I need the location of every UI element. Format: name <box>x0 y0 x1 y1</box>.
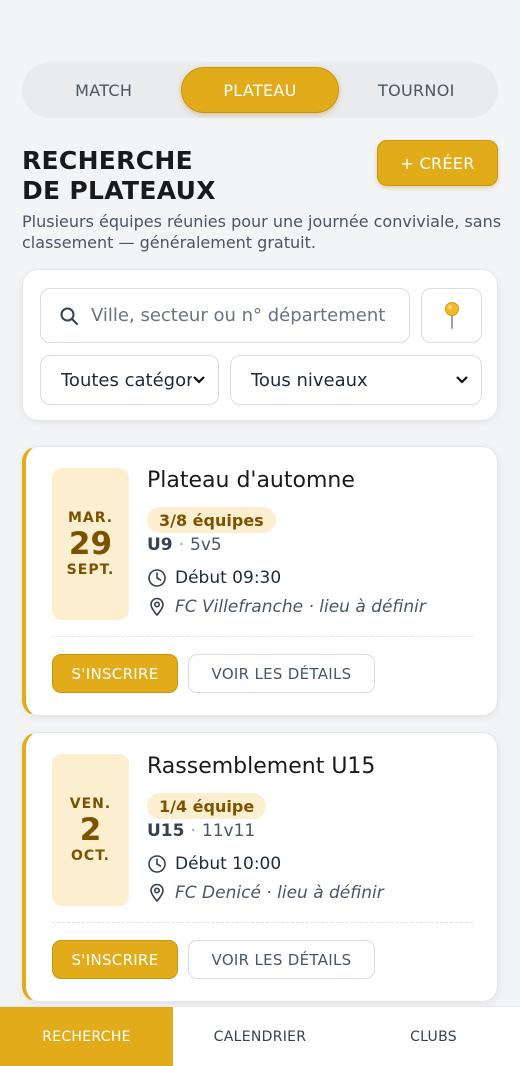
category-select-value: Toutes catégories <box>61 369 192 391</box>
search-input[interactable] <box>91 305 391 326</box>
date-weekday: MAR. <box>67 510 114 526</box>
create-button[interactable]: + CRÉER <box>377 140 498 186</box>
teams-badge: 3/8 équipes <box>147 507 276 533</box>
map-pin-icon <box>150 597 164 617</box>
date-month: OCT. <box>71 848 110 864</box>
card-divider <box>52 922 473 923</box>
bottom-nav: RECHERCHE CALENDRIER CLUBS <box>0 1006 520 1066</box>
clock-icon <box>148 569 166 587</box>
date-badge: VEN. 2 OCT. <box>52 754 129 906</box>
tab-match[interactable]: MATCH <box>26 67 181 113</box>
category-select[interactable]: Toutes catégories <box>40 355 219 405</box>
event-title: Rassemblement U15 <box>147 754 376 779</box>
level-select[interactable]: Tous niveaux <box>230 355 482 405</box>
tab-tournoi[interactable]: TOURNOI <box>339 67 494 113</box>
date-weekday: VEN. <box>69 796 112 812</box>
nav-calendrier[interactable]: CALENDRIER <box>173 1007 347 1066</box>
date-month: SEPT. <box>66 562 115 578</box>
place-label: FC Villefranche · lieu à définir <box>175 597 426 617</box>
event-category: U15 · 11v11 <box>147 821 256 841</box>
level-select-value: Tous niveaux <box>251 369 368 391</box>
chevron-down-icon <box>456 376 468 384</box>
event-place: FC Denicé · lieu à définir <box>147 883 384 903</box>
page-title: RECHERCHE DE PLATEAUX <box>22 146 216 206</box>
event-card: MAR. 29 SEPT. Plateau d'automne 3/8 équi… <box>22 446 498 716</box>
event-type-tabs: MATCH PLATEAU TOURNOI <box>22 62 498 118</box>
details-button[interactable]: VOIR LES DÉTAILS <box>188 654 375 693</box>
page-title-line2: DE PLATEAUX <box>22 176 216 205</box>
event-title: Plateau d'automne <box>147 468 355 493</box>
event-card: VEN. 2 OCT. Rassemblement U15 1/4 équipe… <box>22 732 498 1002</box>
page-subtitle: Plusieurs équipes réunies pour une journ… <box>22 212 502 252</box>
event-place: FC Villefranche · lieu à définir <box>147 597 426 617</box>
format-label: 5v5 <box>190 535 222 555</box>
search-box <box>40 288 410 343</box>
pin-icon <box>444 301 459 329</box>
event-start: Début 09:30 <box>147 568 281 588</box>
category-label: U9 <box>147 535 173 555</box>
details-button[interactable]: VOIR LES DÉTAILS <box>188 940 375 979</box>
date-badge: MAR. 29 SEPT. <box>52 468 129 620</box>
event-start: Début 10:00 <box>147 854 281 874</box>
start-time: Début 10:00 <box>175 854 282 874</box>
date-day: 29 <box>68 526 113 562</box>
clock-icon <box>148 855 166 873</box>
card-divider <box>52 636 473 637</box>
filters-panel: Toutes catégories Tous niveaux <box>22 269 498 421</box>
chevron-down-icon <box>193 376 205 384</box>
search-icon <box>60 307 78 325</box>
date-day: 2 <box>79 812 102 848</box>
location-button[interactable] <box>421 288 482 343</box>
register-button[interactable]: S'INSCRIRE <box>52 940 178 979</box>
map-pin-icon <box>150 883 164 903</box>
place-label: FC Denicé · lieu à définir <box>175 883 384 903</box>
category-label: U15 <box>147 821 185 841</box>
register-button[interactable]: S'INSCRIRE <box>52 654 178 693</box>
event-category: U9 · 5v5 <box>147 535 222 555</box>
tab-plateau[interactable]: PLATEAU <box>181 67 339 113</box>
nav-clubs[interactable]: CLUBS <box>347 1007 520 1066</box>
nav-recherche[interactable]: RECHERCHE <box>0 1007 173 1066</box>
teams-badge: 1/4 équipe <box>147 793 267 819</box>
page-title-line1: RECHERCHE <box>22 146 193 175</box>
format-label: 11v11 <box>201 821 256 841</box>
start-time: Début 09:30 <box>175 568 282 588</box>
